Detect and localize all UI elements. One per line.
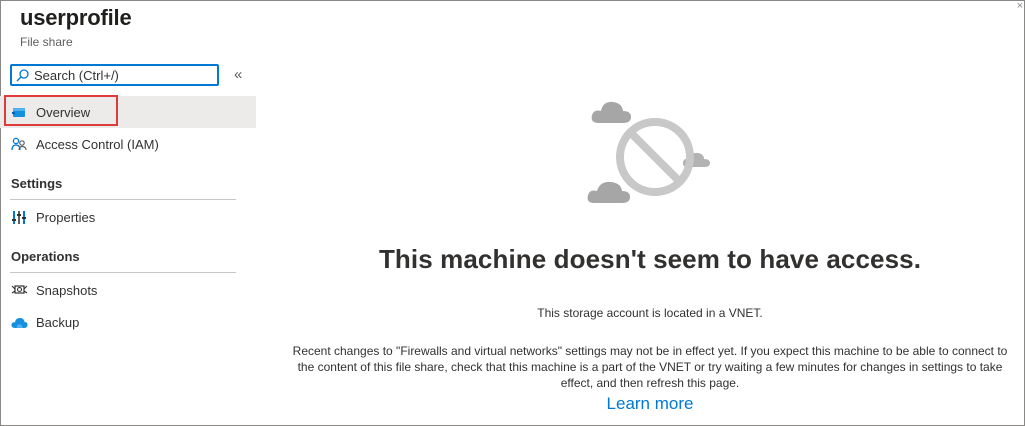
people-icon <box>10 135 28 153</box>
section-settings: Settings <box>11 176 63 191</box>
page-subtitle: File share <box>20 35 73 49</box>
sidebar-item-label: Backup <box>36 314 80 330</box>
sidebar-item-overview[interactable]: Overview <box>0 96 256 128</box>
search-input[interactable] <box>34 67 204 83</box>
sidebar-item-label: Properties <box>36 209 96 225</box>
file-share-icon <box>10 103 28 121</box>
divider <box>10 199 236 200</box>
properties-icon <box>10 208 28 226</box>
blade-header: userprofile File share <box>20 4 132 49</box>
sidebar-item-label: Overview <box>36 104 91 120</box>
sidebar-item-label: Access Control (IAM) <box>36 136 159 152</box>
search-box[interactable] <box>10 64 219 86</box>
firewall-explanation: Recent changes to "Firewalls and virtual… <box>292 344 1008 390</box>
sidebar-item-properties[interactable]: Properties <box>0 201 256 233</box>
section-operations: Operations <box>11 249 80 264</box>
no-access-headline: This machine doesn't seem to have access… <box>378 244 922 274</box>
search-icon <box>16 68 29 81</box>
sidebar-item-backup[interactable]: Backup <box>0 306 256 338</box>
no-access-cloud-icon <box>587 101 710 203</box>
sidebar-item-snapshots[interactable]: Snapshots <box>0 274 256 306</box>
backup-cloud-icon <box>10 313 28 331</box>
learn-more-link[interactable]: Learn more <box>260 394 1025 414</box>
divider <box>10 272 236 273</box>
vnet-notice: This storage account is located in a VNE… <box>537 306 763 320</box>
sidebar-item-label: Snapshots <box>36 282 98 298</box>
snapshots-icon <box>10 281 28 299</box>
main-content: This machine doesn't seem to have access… <box>260 0 1025 426</box>
sidebar-item-access-control[interactable]: Access Control (IAM) <box>0 128 256 160</box>
collapse-sidebar-icon[interactable]: « <box>234 67 242 83</box>
page-title: userprofile <box>20 5 132 30</box>
